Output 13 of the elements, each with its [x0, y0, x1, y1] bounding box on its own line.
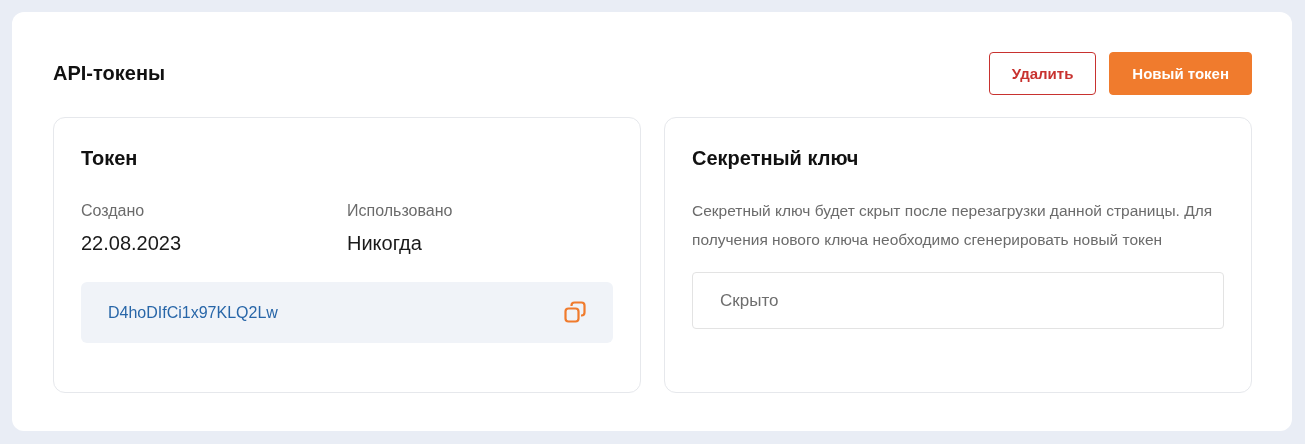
field-label: Использовано: [347, 201, 454, 221]
field-label: Создано: [81, 201, 146, 221]
secret-key-field[interactable]: Скрыто: [692, 272, 1224, 329]
description-text: Секретный ключ будет скрыт после перезагрузки данной страницы. Для получения нового ключа необходимо сгенерировать новый токен: [692, 201, 1214, 250]
field-value: 22.08.2023: [81, 231, 183, 255]
delete-button[interactable]: Удалить: [988, 52, 1097, 95]
new-token-button[interactable]: Новый токен: [1109, 52, 1252, 95]
card-title: Токен: [81, 146, 139, 170]
copy-icon[interactable]: [564, 301, 587, 324]
token-value: D4hoDIfCi1x97KLQ2Lw: [108, 303, 278, 322]
page-title: API-токены: [53, 62, 166, 85]
field-value: Никогда: [347, 231, 423, 255]
card-title: Секретный ключ: [692, 146, 860, 170]
